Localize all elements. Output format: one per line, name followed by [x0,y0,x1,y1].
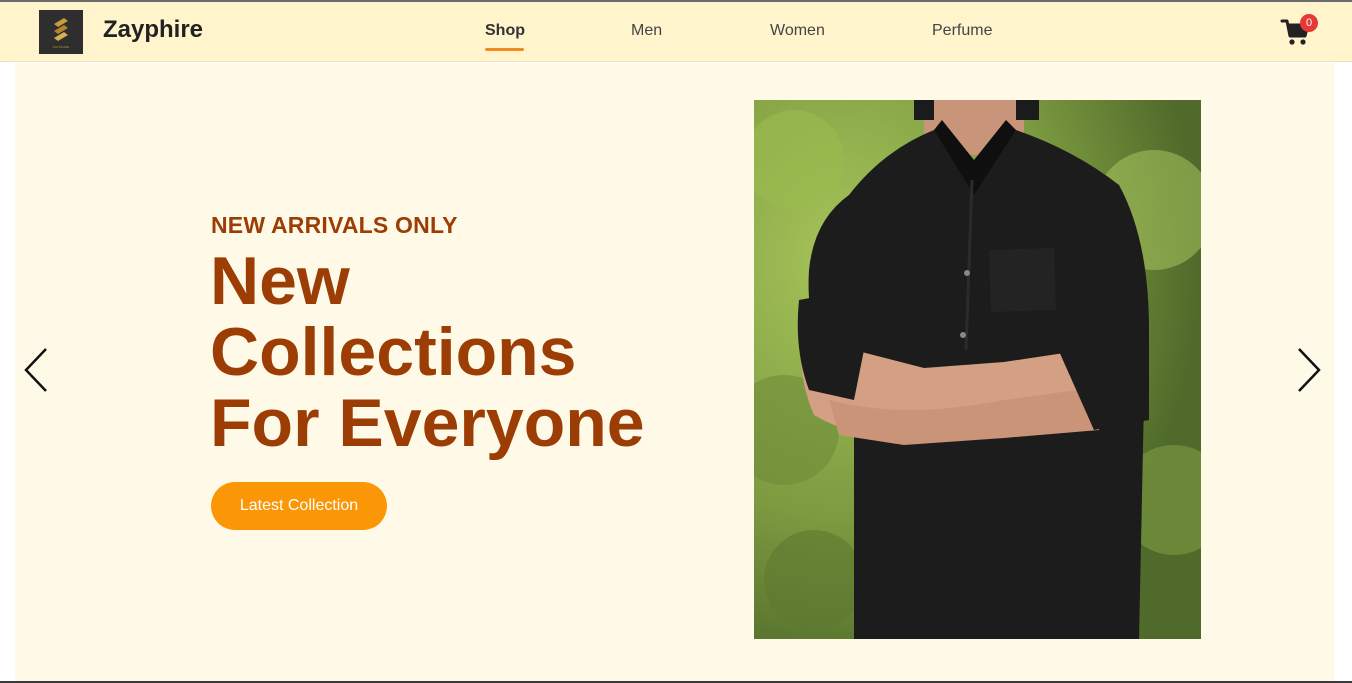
hero-headline-line-2: Collections [210,314,577,390]
logo-tagline: ZAYPHIRE [52,44,70,49]
hero-headline: New Collections For Everyone [210,246,680,459]
active-nav-underline [485,48,524,51]
chevron-right-icon [1298,348,1321,392]
logo-mark-icon [54,17,68,41]
brand-name[interactable]: Zayphire [103,16,203,44]
chevron-left-icon [24,348,47,392]
navbar: ZAYPHIRE Zayphire Shop Men Women Perfume… [0,2,1352,62]
hero-product-image [754,100,1201,639]
carousel-next-button[interactable] [1293,346,1323,394]
nav-item-perfume[interactable]: Perfume [932,22,992,40]
model-photo-illustration [754,100,1201,639]
nav-item-men[interactable]: Men [631,22,662,40]
latest-collection-button[interactable]: Latest Collection [211,482,387,530]
brand-logo[interactable]: ZAYPHIRE [39,10,83,54]
hero-headline-line-1: New [210,243,350,319]
cart-count-badge: 0 [1300,14,1318,32]
hero-headline-line-3: For Everyone [210,385,645,461]
nav-item-women[interactable]: Women [770,22,825,40]
nav-item-shop[interactable]: Shop [485,22,525,40]
hero-eyebrow: NEW ARRIVALS ONLY [211,212,458,238]
carousel-prev-button[interactable] [22,346,52,394]
